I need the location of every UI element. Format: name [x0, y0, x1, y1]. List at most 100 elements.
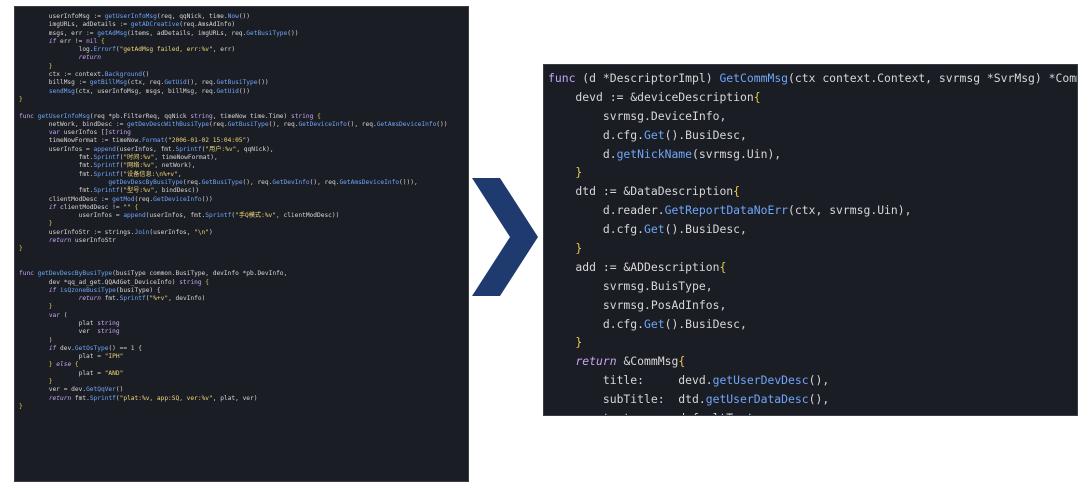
code-token: userInfos =	[19, 212, 124, 220]
code-token: dev.	[56, 344, 75, 352]
code-token: clientModDesc !=	[56, 203, 124, 211]
code-token: GetBusiType	[227, 120, 269, 128]
left-code-line: userInfoStr := strings.Join(userInfos, "…	[19, 229, 464, 237]
code-token: Format	[141, 137, 165, 145]
code-token: GetCommMsg	[719, 71, 789, 85]
left-code-line: ver string	[19, 328, 464, 336]
code-token: getDevDescWithBusiType	[127, 120, 209, 128]
code-token: string	[290, 112, 314, 120]
left-code-line: var (	[19, 312, 464, 320]
code-token: GetQqVer	[86, 386, 116, 394]
left-code-line: msgs, err := getAdMsg(items, adDetails, …	[19, 30, 464, 38]
code-token: }	[19, 62, 53, 70]
left-code-line: } else {	[19, 361, 464, 369]
code-token: getMod	[112, 195, 135, 203]
code-token: , err)	[212, 46, 236, 54]
code-token: Sprintf	[205, 212, 232, 220]
code-token: isQzoneBusiType	[60, 286, 116, 294]
code-token: ())),	[399, 178, 418, 186]
code-token: (busiType) {	[115, 286, 161, 294]
left-code-line: getDevDescByBusiType(req.GetBusiType(), …	[19, 179, 464, 187]
right-code-line: return &CommMsg{	[548, 352, 1077, 371]
left-code-line: }	[19, 96, 464, 104]
left-code-line: imgURLs, adDetails := getADCreative(req.…	[19, 21, 464, 29]
code-token: {	[71, 361, 79, 369]
code-token: Sprintf	[93, 170, 120, 178]
left-code-line: plat string	[19, 320, 464, 328]
code-token: {	[201, 278, 209, 286]
code-token: {	[130, 203, 139, 211]
code-token: "网络:%v"	[123, 162, 155, 170]
code-token: Now	[227, 13, 239, 20]
code-token: }	[19, 378, 53, 386]
left-code-line: ctx := context.Background()	[19, 71, 464, 79]
code-token: log.	[19, 46, 94, 54]
code-token: sendMsg	[48, 87, 75, 95]
code-token: return	[48, 237, 72, 245]
code-token: Sprintf	[89, 394, 116, 402]
code-token: svrmsg.PosAdInfos,	[548, 297, 727, 312]
code-token: {	[719, 259, 727, 274]
code-token: {	[97, 37, 105, 45]
code-token: ctx := context.	[19, 71, 105, 79]
code-token: return	[78, 295, 101, 303]
left-code-line: return	[19, 54, 464, 62]
code-token: ().BusiDesc,	[664, 222, 747, 237]
code-token: d.	[548, 146, 617, 161]
code-token: GetUid	[216, 87, 239, 95]
code-token: svrmsg.DeviceInfo,	[548, 108, 727, 123]
code-token: getDevDescByBusiType	[37, 270, 113, 278]
code-token: getUserInfoMsg	[37, 112, 90, 120]
left-code-line: ver = dev.GetQqVer()	[19, 386, 464, 394]
code-token: , timeNowFormat),	[154, 154, 218, 162]
code-token: }	[19, 402, 23, 410]
code-token: ().BusiDesc,	[664, 127, 747, 142]
right-code-line: svrmsg.PosAdInfos,	[548, 296, 1077, 315]
left-code-line: if dev.GetOsType() == 1 {	[19, 345, 464, 353]
right-code-line: devd := &deviceDescription{	[548, 88, 1077, 107]
code-token: GetOsType	[74, 344, 109, 352]
code-token: (),	[808, 392, 830, 407]
right-code-line: add := &ADDescription{	[548, 258, 1077, 277]
left-code-line: return fmt.Sprintf("%+v", devInfo)	[19, 295, 464, 303]
code-token: (), req.	[186, 79, 217, 87]
code-token: userInfos []	[60, 129, 109, 137]
left-code-line: }	[19, 303, 464, 311]
code-token: func	[548, 71, 583, 85]
code-token: }	[548, 165, 583, 180]
left-code-line: fmt.Sprintf("设备信息:\n%+v",	[19, 171, 464, 179]
code-token: Sprintf	[93, 154, 120, 162]
code-token: }	[19, 245, 23, 253]
code-token: userInfos =	[19, 145, 94, 153]
code-token: (ctx, svrmsg.Uin),	[788, 203, 912, 218]
code-token: GetBusiType	[246, 29, 288, 37]
code-token: "\n"	[194, 228, 209, 236]
code-token: (),	[808, 373, 830, 388]
code-token: }	[19, 220, 53, 228]
code-token: d.cfg.	[548, 127, 645, 142]
code-token: fmt.	[19, 162, 94, 170]
left-code-line: plat = "IPH"	[19, 353, 464, 361]
code-token: ())	[436, 120, 448, 128]
left-code-line: timeNowFormat := timeNow.Format("2006-01…	[19, 137, 464, 145]
right-code-line: d.getNickName(svrmsg.Uin),	[548, 145, 1077, 164]
code-token: GetAmsDeviceInfo	[376, 120, 437, 128]
code-token: string	[179, 278, 202, 286]
code-token: , bindDesc))	[154, 187, 200, 195]
code-token: "手Q模式:%v"	[235, 212, 277, 220]
code-token: {	[678, 354, 686, 369]
right-code-line: subTitle: dtd.getUserDataDesc(),	[548, 390, 1077, 409]
code-token: string	[190, 112, 213, 120]
code-token: (req.	[182, 178, 202, 186]
right-code-line: d.reader.GetReportDataNoErr(ctx, svrmsg.…	[548, 201, 1077, 220]
code-token: return	[48, 394, 72, 402]
code-token: d.cfg.	[548, 316, 645, 331]
right-code-line: d.cfg.Get().BusiDesc,	[548, 220, 1077, 239]
code-token: string	[108, 129, 131, 137]
